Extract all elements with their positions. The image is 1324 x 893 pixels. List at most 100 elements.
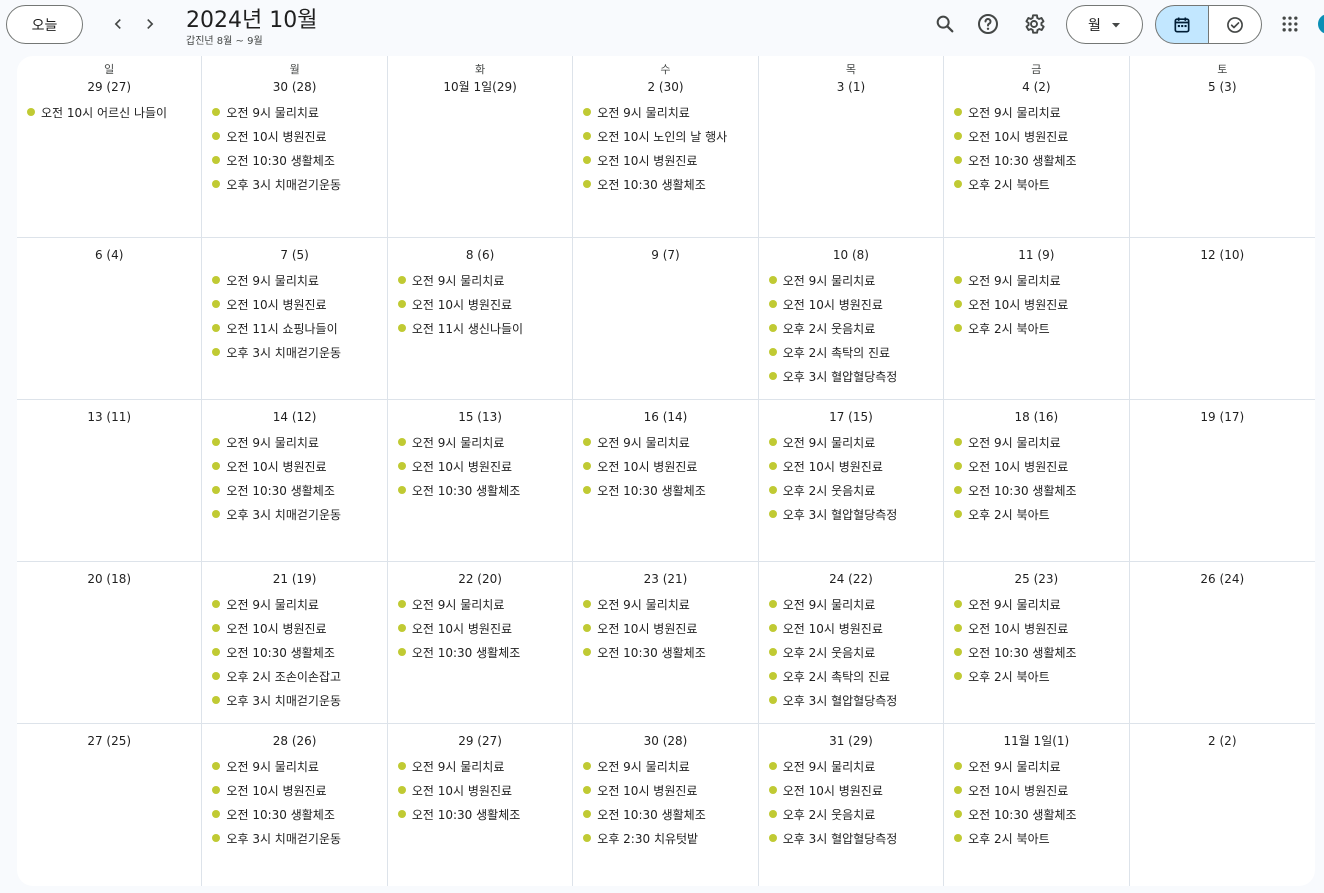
day-number[interactable]: 30 (28) <box>202 78 386 96</box>
day-cell[interactable]: 2 (2) <box>1130 724 1315 886</box>
day-cell[interactable]: 8 (6) 오전 9시 물리치료 오전 10시 병원진료 오전 11시 생신나들이 <box>387 238 574 400</box>
event-item[interactable]: 오전 10:30 생활체조 <box>944 802 1128 826</box>
event-item[interactable]: 오전 10시 병원진료 <box>759 616 943 640</box>
day-cell[interactable]: 목 3 (1) <box>758 56 945 238</box>
tasks-view-toggle[interactable] <box>1208 5 1262 44</box>
event-item[interactable]: 오전 9시 물리치료 <box>573 754 757 778</box>
event-item[interactable]: 오후 2시 북아트 <box>944 826 1128 850</box>
event-item[interactable]: 오후 3시 치매걷기운동 <box>202 340 386 364</box>
event-item[interactable]: 오후 3시 혈압혈당측정 <box>759 364 943 388</box>
day-cell[interactable]: 16 (14) 오전 9시 물리치료 오전 10시 병원진료 오전 10:30 생활체… <box>573 400 759 562</box>
search-button[interactable] <box>931 10 959 38</box>
event-item[interactable]: 오전 10:30 생활체조 <box>944 478 1128 502</box>
event-item[interactable]: 오전 10:30 생활체조 <box>573 802 757 826</box>
day-number[interactable]: 11 (9) <box>944 246 1128 264</box>
event-item[interactable]: 오전 10:30 생활체조 <box>202 802 386 826</box>
event-item[interactable]: 오전 10시 병원진료 <box>202 616 386 640</box>
event-item[interactable]: 오전 9시 물리치료 <box>944 100 1128 124</box>
event-item[interactable]: 오전 10시 병원진료 <box>573 778 757 802</box>
day-number[interactable]: 25 (23) <box>944 570 1128 588</box>
event-item[interactable]: 오후 2시 웃음치료 <box>759 802 943 826</box>
day-cell[interactable]: 9 (7) <box>573 238 759 400</box>
event-item[interactable]: 오전 9시 물리치료 <box>202 754 386 778</box>
event-item[interactable]: 오전 10:30 생활체조 <box>388 640 572 664</box>
event-item[interactable]: 오후 3시 혈압혈당측정 <box>759 502 943 526</box>
event-item[interactable]: 오전 10시 병원진료 <box>573 616 757 640</box>
day-cell[interactable]: 11 (9) 오전 9시 물리치료 오전 10시 병원진료 오후 2시 북아트 <box>944 238 1130 400</box>
day-number[interactable]: 17 (15) <box>759 408 943 426</box>
day-number[interactable]: 2 (30) <box>573 78 757 96</box>
day-number[interactable]: 14 (12) <box>202 408 386 426</box>
day-cell[interactable]: 20 (18) <box>17 562 203 724</box>
day-cell[interactable]: 27 (25) <box>17 724 203 886</box>
event-item[interactable]: 오전 10시 병원진료 <box>759 292 943 316</box>
day-number[interactable]: 10월 1일(29) <box>388 78 572 96</box>
event-item[interactable]: 오전 10시 병원진료 <box>202 778 386 802</box>
event-item[interactable]: 오후 2시 북아트 <box>944 664 1128 688</box>
event-item[interactable]: 오전 10:30 생활체조 <box>573 172 757 196</box>
day-number[interactable]: 27 (25) <box>17 732 201 750</box>
day-cell[interactable]: 22 (20) 오전 9시 물리치료 오전 10시 병원진료 오전 10:30 생활체… <box>387 562 574 724</box>
day-cell[interactable]: 17 (15) 오전 9시 물리치료 오전 10시 병원진료 오후 2시 웃음치료 오후… <box>758 400 945 562</box>
day-number[interactable]: 30 (28) <box>573 732 757 750</box>
day-number[interactable]: 19 (17) <box>1130 408 1315 426</box>
day-number[interactable]: 28 (26) <box>202 732 386 750</box>
day-number[interactable]: 29 (27) <box>17 78 201 96</box>
event-item[interactable]: 오전 9시 물리치료 <box>573 592 757 616</box>
day-number[interactable]: 11월 1일(1) <box>944 732 1128 750</box>
event-item[interactable]: 오전 9시 물리치료 <box>573 100 757 124</box>
day-cell[interactable]: 15 (13) 오전 9시 물리치료 오전 10시 병원진료 오전 10:30 생활체… <box>387 400 574 562</box>
day-number[interactable]: 20 (18) <box>17 570 201 588</box>
day-cell[interactable]: 21 (19) 오전 9시 물리치료 오전 10시 병원진료 오전 10:30 생활체… <box>202 562 388 724</box>
help-button[interactable] <box>974 10 1002 38</box>
event-item[interactable]: 오후 2시 웃음치료 <box>759 478 943 502</box>
event-item[interactable]: 오전 10시 병원진료 <box>202 124 386 148</box>
event-item[interactable]: 오후 2시 조손이손잡고 <box>202 664 386 688</box>
event-item[interactable]: 오전 9시 물리치료 <box>202 430 386 454</box>
event-item[interactable]: 오전 10시 병원진료 <box>759 778 943 802</box>
event-item[interactable]: 오전 10시 어르신 나들이 <box>17 100 201 124</box>
avatar[interactable] <box>1318 14 1324 34</box>
event-item[interactable]: 오전 10시 병원진료 <box>388 778 572 802</box>
day-cell[interactable]: 7 (5) 오전 9시 물리치료 오전 10시 병원진료 오전 11시 쇼핑나들이 오후… <box>202 238 388 400</box>
event-item[interactable]: 오전 10시 병원진료 <box>388 292 572 316</box>
day-cell[interactable]: 25 (23) 오전 9시 물리치료 오전 10시 병원진료 오전 10:30 생활체… <box>944 562 1130 724</box>
event-item[interactable]: 오전 10시 병원진료 <box>944 292 1128 316</box>
day-number[interactable]: 29 (27) <box>388 732 572 750</box>
event-item[interactable]: 오전 9시 물리치료 <box>388 754 572 778</box>
day-cell[interactable]: 14 (12) 오전 9시 물리치료 오전 10시 병원진료 오전 10:30 생활체… <box>202 400 388 562</box>
event-item[interactable]: 오전 9시 물리치료 <box>388 268 572 292</box>
event-item[interactable]: 오전 9시 물리치료 <box>202 268 386 292</box>
event-item[interactable]: 오후 2시 웃음치료 <box>759 316 943 340</box>
day-number[interactable]: 16 (14) <box>573 408 757 426</box>
view-select-dropdown[interactable]: 월 <box>1066 5 1143 44</box>
event-item[interactable]: 오후 3시 치매걷기운동 <box>202 172 386 196</box>
day-cell[interactable]: 10 (8) 오전 9시 물리치료 오전 10시 병원진료 오후 2시 웃음치료 오후 … <box>758 238 945 400</box>
event-item[interactable]: 오전 9시 물리치료 <box>202 592 386 616</box>
day-number[interactable]: 23 (21) <box>573 570 757 588</box>
event-item[interactable]: 오전 9시 물리치료 <box>759 592 943 616</box>
event-item[interactable]: 오후 2시 촉탁의 진료 <box>759 664 943 688</box>
event-item[interactable]: 오전 9시 물리치료 <box>944 592 1128 616</box>
day-number[interactable]: 22 (20) <box>388 570 572 588</box>
apps-button[interactable] <box>1276 10 1304 38</box>
day-cell[interactable]: 월 30 (28) 오전 9시 물리치료 오전 10시 병원진료 오전 10:30 생활… <box>202 56 388 238</box>
today-button[interactable]: 오늘 <box>6 5 83 44</box>
day-cell[interactable]: 12 (10) <box>1129 238 1315 400</box>
event-item[interactable]: 오전 10:30 생활체조 <box>573 478 757 502</box>
day-number[interactable]: 2 (2) <box>1130 732 1315 750</box>
day-cell[interactable]: 금 4 (2) 오전 9시 물리치료 오전 10시 병원진료 오전 10:30 생활체조… <box>944 56 1130 238</box>
event-item[interactable]: 오전 10시 병원진료 <box>388 454 572 478</box>
day-number[interactable]: 26 (24) <box>1130 570 1315 588</box>
day-number[interactable]: 15 (13) <box>388 408 572 426</box>
event-item[interactable]: 오후 2시 촉탁의 진료 <box>759 340 943 364</box>
next-month-button[interactable] <box>136 10 164 38</box>
event-item[interactable]: 오전 10시 병원진료 <box>388 616 572 640</box>
day-cell[interactable]: 29 (27) 오전 9시 물리치료 오전 10시 병원진료 오전 10:30 생활체… <box>388 724 574 886</box>
event-item[interactable]: 오전 10시 병원진료 <box>202 292 386 316</box>
event-item[interactable]: 오전 10시 병원진료 <box>944 124 1128 148</box>
event-item[interactable]: 오후 2시 북아트 <box>944 172 1128 196</box>
event-item[interactable]: 오전 9시 물리치료 <box>944 430 1128 454</box>
event-item[interactable]: 오전 9시 물리치료 <box>944 268 1128 292</box>
day-number[interactable]: 10 (8) <box>759 246 943 264</box>
